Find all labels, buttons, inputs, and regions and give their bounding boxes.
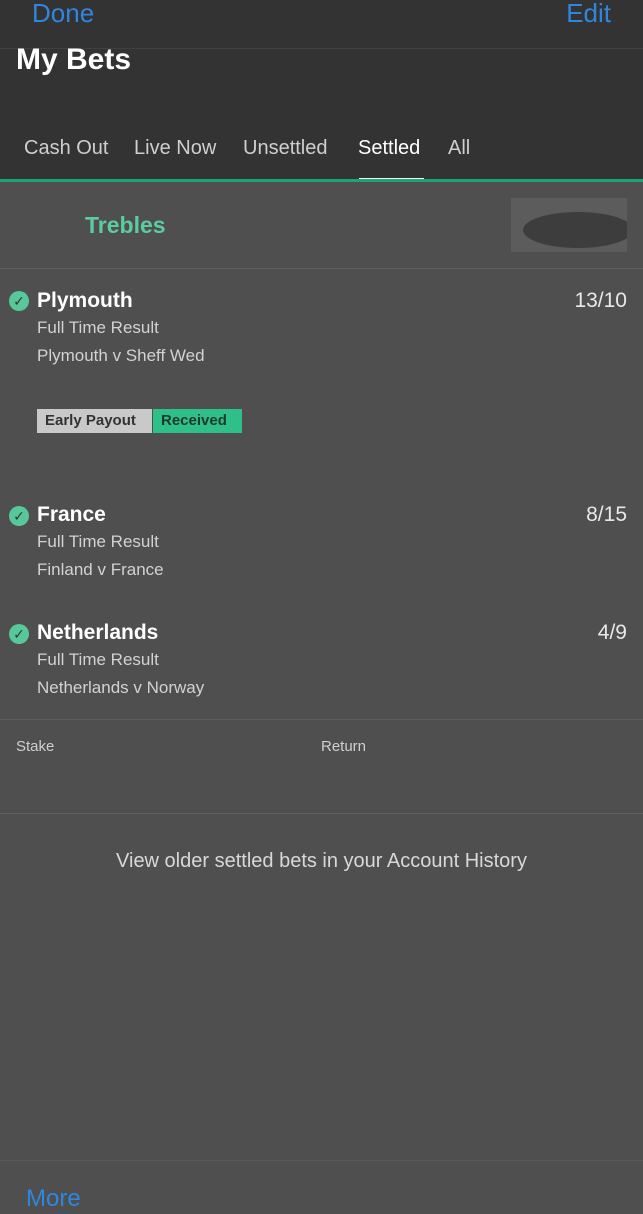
- selection-name: France: [37, 503, 106, 526]
- check-circle-icon: ✓: [9, 506, 29, 526]
- received-badge: Received: [153, 409, 242, 433]
- selection-market: Full Time Result: [37, 650, 159, 669]
- bet-type-title: Trebles: [85, 212, 166, 238]
- divider: [0, 1160, 643, 1161]
- edit-button[interactable]: Edit: [566, 0, 611, 30]
- early-payout-badge: Early Payout: [37, 409, 152, 433]
- selection-market: Full Time Result: [37, 318, 159, 337]
- redacted-area: [511, 198, 627, 252]
- tab-bar-border: [0, 179, 643, 182]
- account-history-link[interactable]: View older settled bets in your Account …: [0, 849, 643, 873]
- tab-cash-out[interactable]: Cash Out: [24, 136, 108, 160]
- selection-market: Full Time Result: [37, 532, 159, 551]
- redaction-blob: [523, 212, 627, 248]
- selection-odds: 4/9: [597, 621, 627, 644]
- header: Done Edit My Bets Cash Out Live Now Unse…: [0, 0, 643, 181]
- selection-odds: 13/10: [574, 289, 627, 312]
- page-title: My Bets: [16, 43, 132, 76]
- selection-event: Plymouth v Sheff Wed: [37, 346, 205, 365]
- more-button[interactable]: More: [26, 1184, 81, 1214]
- tab-live-now[interactable]: Live Now: [134, 136, 216, 160]
- tab-all[interactable]: All: [448, 136, 470, 160]
- selection-event: Netherlands v Norway: [37, 678, 205, 697]
- selection-odds: 8/15: [586, 503, 627, 526]
- tab-bar: Cash Out Live Now Unsettled Settled All: [0, 128, 643, 181]
- divider: [0, 719, 643, 720]
- return-label: Return: [321, 738, 367, 755]
- selection-name: Netherlands: [37, 621, 159, 644]
- divider: [0, 268, 643, 269]
- tab-unsettled[interactable]: Unsettled: [243, 136, 328, 160]
- tab-settled[interactable]: Settled: [358, 136, 420, 160]
- selection-event: Finland v France: [37, 560, 164, 579]
- check-circle-icon: ✓: [9, 624, 29, 644]
- stake-label: Stake: [16, 738, 55, 755]
- done-button[interactable]: Done: [32, 0, 94, 30]
- selection-name: Plymouth: [37, 289, 133, 312]
- divider: [0, 813, 643, 814]
- check-circle-icon: ✓: [9, 291, 29, 311]
